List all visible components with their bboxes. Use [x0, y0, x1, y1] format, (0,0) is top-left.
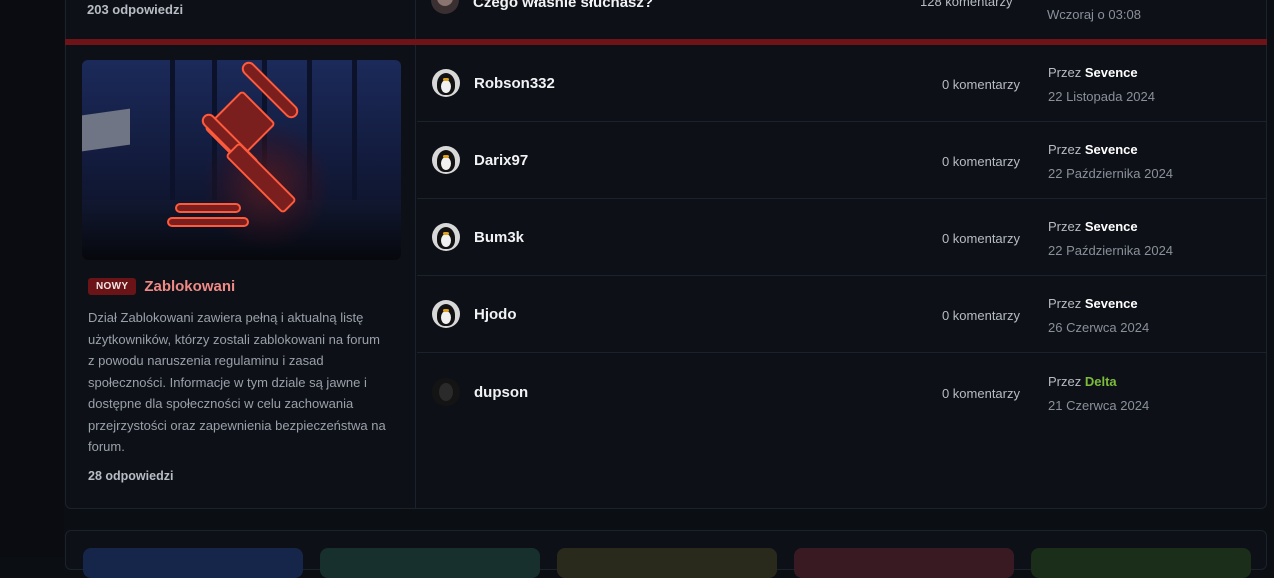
author-link[interactable]: Sevence — [1085, 219, 1138, 234]
forum-banner[interactable] — [82, 60, 401, 260]
topic-date: 21 Czerwca 2024 — [1048, 398, 1150, 413]
new-badge: NOWY — [88, 278, 137, 295]
topic-title[interactable]: Darix97 — [474, 152, 528, 169]
topic-author-line: Przez Sevence — [1048, 296, 1138, 311]
topic-date: 22 Października 2024 — [1048, 166, 1174, 181]
forum-name-link[interactable]: Zablokowani — [144, 278, 235, 295]
column-divider — [415, 0, 416, 40]
category-tile[interactable] — [1031, 548, 1251, 578]
forum-info-panel: NOWY Zablokowani Dział Zablokowani zawie… — [66, 45, 416, 508]
dark-avatar-icon[interactable] — [432, 378, 460, 406]
topic-title[interactable]: Czego właśnie słuchasz? — [473, 0, 653, 11]
category-tile[interactable] — [794, 548, 1014, 578]
topic-author-line: Przez Delta — [1048, 374, 1117, 389]
topic-row[interactable]: dupson 0 komentarzy Przez Delta 21 Czerw… — [417, 353, 1266, 430]
author-link[interactable]: Sevence — [1085, 65, 1138, 80]
category-tile[interactable] — [557, 548, 777, 578]
topic-author-line: Przez Sevence — [1048, 65, 1138, 80]
tux-avatar-icon[interactable] — [432, 146, 460, 174]
author-link[interactable]: Delta — [1085, 374, 1117, 389]
topic-comments: 0 komentarzy — [941, 308, 1020, 323]
by-label: Przez — [1048, 65, 1082, 80]
tux-avatar-icon[interactable] — [432, 300, 460, 328]
topic-row[interactable]: Robson332 0 komentarzy Przez Sevence 22 … — [417, 45, 1266, 122]
topic-date: 26 Czerwca 2024 — [1048, 320, 1150, 335]
next-section-card — [65, 530, 1267, 578]
by-label: Przez — [1048, 296, 1082, 311]
topic-comments: 128 komentarzy — [920, 0, 1013, 9]
forum-section-card: NOWY Zablokowani Dział Zablokowani zawie… — [65, 45, 1267, 509]
topic-comments: 0 komentarzy — [941, 231, 1020, 246]
gavel-icon — [167, 61, 299, 227]
tux-avatar-icon[interactable] — [432, 69, 460, 97]
category-tile[interactable] — [320, 548, 540, 578]
tux-avatar-icon[interactable] — [432, 223, 460, 251]
topic-comments: 0 komentarzy — [941, 77, 1020, 92]
previous-section-replies: 203 odpowiedzi — [87, 2, 184, 17]
author-link[interactable]: Sevence — [1085, 142, 1138, 157]
forum-description: Dział Zablokowani zawiera pełną i aktual… — [88, 310, 386, 454]
by-label: Przez — [1048, 142, 1082, 157]
topic-date: 22 Listopada 2024 — [1048, 89, 1155, 104]
topic-row[interactable]: Bum3k 0 komentarzy Przez Sevence 22 Paźd… — [417, 199, 1266, 276]
topic-date: Wczoraj o 03:08 — [1047, 7, 1141, 22]
by-label: Przez — [1048, 219, 1082, 234]
forum-replies-count: 28 odpowiedzi — [88, 469, 174, 483]
topic-title[interactable]: Bum3k — [474, 229, 524, 246]
topic-comments: 0 komentarzy — [941, 154, 1020, 169]
topic-row[interactable]: Darix97 0 komentarzy Przez Sevence 22 Pa… — [417, 122, 1266, 199]
topic-date: 22 Października 2024 — [1048, 243, 1174, 258]
by-label: Przez — [1048, 374, 1082, 389]
forum-heading: NOWY Zablokowani — [88, 278, 235, 295]
topic-title[interactable]: Robson332 — [474, 75, 555, 92]
topic-title[interactable]: dupson — [474, 384, 528, 401]
topic-comments: 0 komentarzy — [941, 386, 1020, 401]
category-tile[interactable] — [83, 548, 303, 578]
topic-title[interactable]: Hjodo — [474, 306, 517, 323]
topic-row[interactable]: Hjodo 0 komentarzy Przez Sevence 26 Czer… — [417, 276, 1266, 353]
left-gutter — [0, 0, 64, 557]
author-link[interactable]: Sevence — [1085, 296, 1138, 311]
topic-author-line: Przez Sevence — [1048, 142, 1138, 157]
topic-author-line: Przez Sevence — [1048, 219, 1138, 234]
